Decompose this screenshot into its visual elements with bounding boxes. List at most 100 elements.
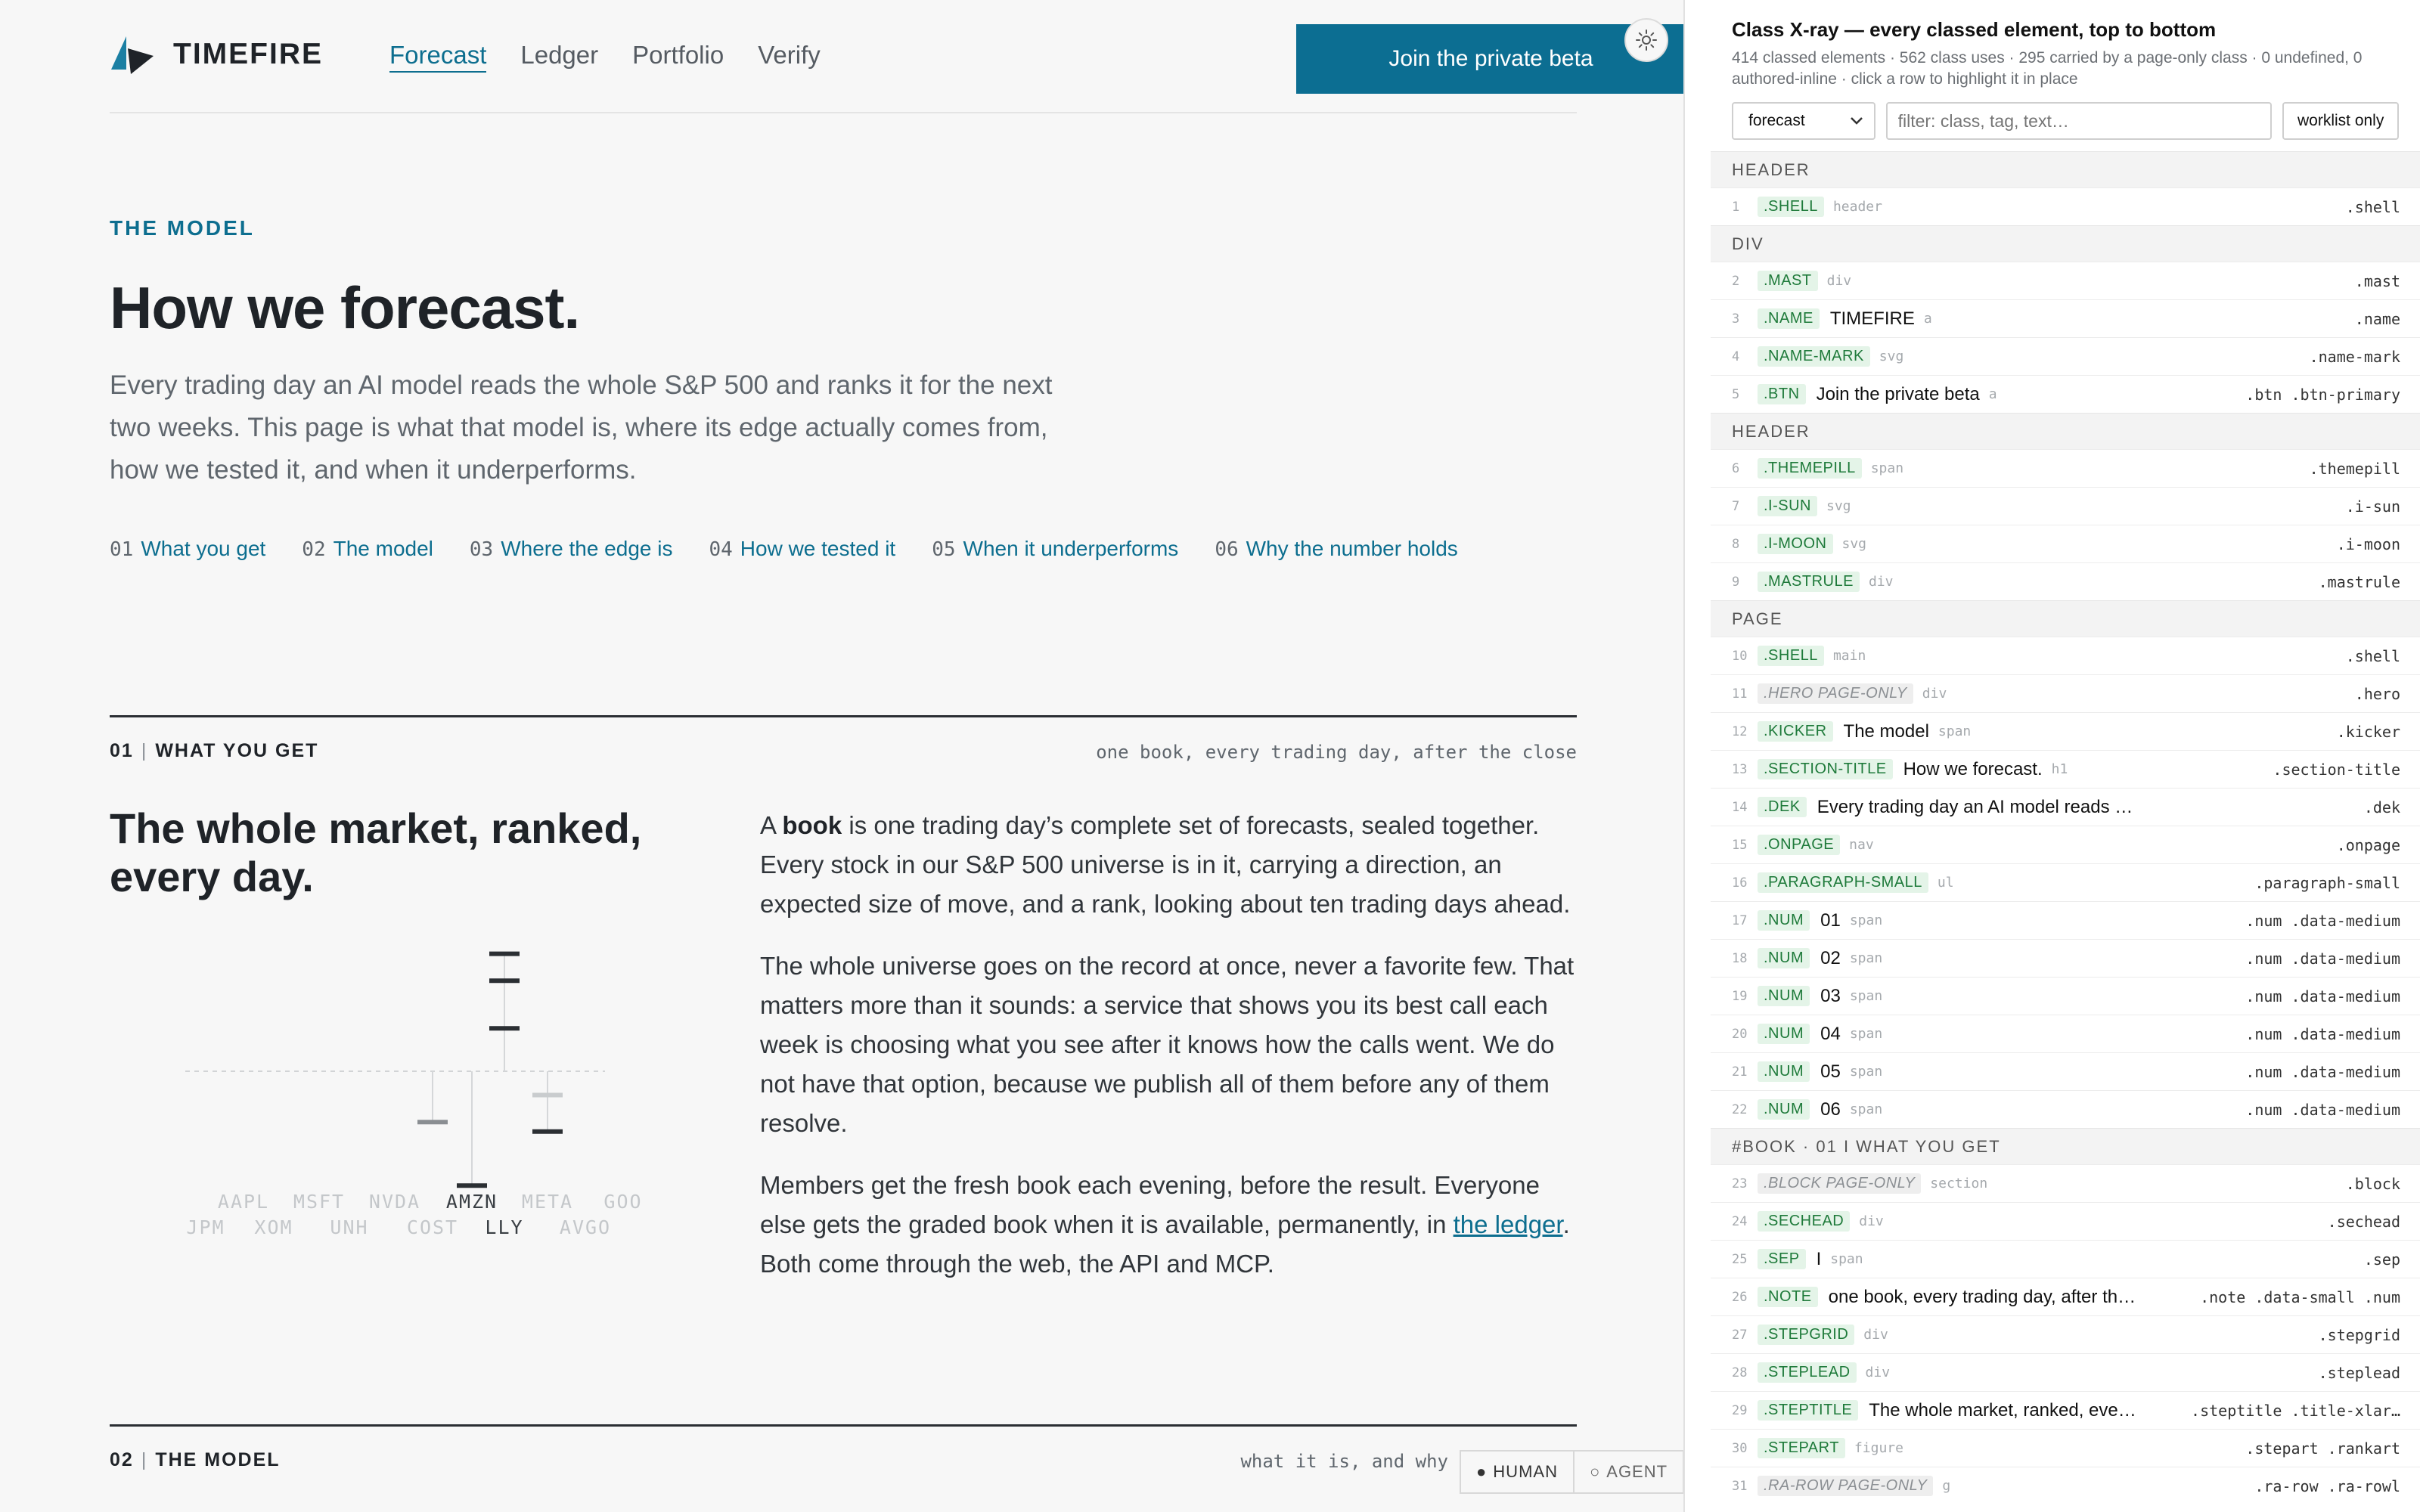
body-paragraph-1: A book is one trading day’s complete set… — [760, 811, 1571, 918]
xray-row[interactable]: 25 .SEP Ispan .sep — [1711, 1240, 2420, 1278]
xray-group-header: DIV — [1711, 225, 2420, 262]
xray-row[interactable]: 5 .BTN Join the private beta a .btn .btn-pri… — [1711, 375, 2420, 413]
onpage-link[interactable]: 05 When it underperforms — [932, 537, 1178, 561]
xray-row[interactable]: 16 .PARAGRAPH-SMALL ul .paragraph-small — [1711, 863, 2420, 901]
class-badge: .SECHEAD — [1758, 1211, 1851, 1232]
book-term: book — [782, 811, 842, 839]
xray-row[interactable]: 28 .STEPLEAD div .steplead — [1711, 1353, 2420, 1391]
theme-toggle[interactable] — [1624, 18, 1668, 62]
worklist-toggle-button[interactable]: worklist only — [2282, 102, 2399, 140]
xray-row[interactable]: 30 .STEPART figure .stepart .rankart — [1711, 1429, 2420, 1467]
class-badge: .NUM — [1758, 1024, 1810, 1044]
xray-row[interactable]: 14 .DEK Every trading day an AI model read… — [1711, 788, 2420, 826]
xray-row[interactable]: 7 .I-SUN svg .i-sun — [1711, 487, 2420, 525]
selector: .paragraph-small — [2254, 873, 2400, 892]
row-number: 11 — [1732, 686, 1748, 702]
xray-row[interactable]: 26 .NOTE one book, every trading day, afte… — [1711, 1278, 2420, 1315]
nav-item-verify[interactable]: Verify — [758, 41, 821, 73]
brand-logo[interactable]: TIMEFIRE — [110, 33, 323, 76]
body-paragraph-2: The whole universe goes on the record at… — [760, 952, 1575, 1137]
element-tag: span — [1849, 912, 1883, 928]
class-badge: .NOTE — [1758, 1287, 1818, 1307]
row-number: 5 — [1732, 386, 1740, 402]
xray-controls: forecast worklist only — [1732, 102, 2399, 140]
ticker-label: GOO — [603, 1191, 642, 1213]
audience-human-option[interactable]: ● HUMAN — [1461, 1452, 1573, 1492]
ticker-label: MSFT — [293, 1191, 345, 1213]
nav-item-ledger[interactable]: Ledger — [520, 41, 598, 73]
class-badge: .NUM — [1758, 910, 1810, 931]
xray-row[interactable]: 11 .HERO PAGE-ONLY div .hero — [1711, 674, 2420, 712]
onpage-link[interactable]: 06 Why the number holds — [1215, 537, 1457, 561]
xray-header: Class X-ray — every classed element, top… — [1685, 0, 2420, 140]
element-tag: main — [1832, 648, 1866, 664]
onpage-label: The model — [333, 537, 433, 560]
selector: .num .data-medium — [2245, 911, 2400, 930]
xray-row[interactable]: 8 .I-MOON svg .i-moon — [1711, 525, 2420, 562]
xray-row[interactable]: 1 .SHELL header .shell — [1711, 187, 2420, 225]
xray-row[interactable]: 27 .STEPGRID div .stepgrid — [1711, 1315, 2420, 1353]
radio-filled-icon: ● — [1476, 1462, 1488, 1481]
xray-row[interactable]: 23 .BLOCK PAGE-ONLY section .block — [1711, 1164, 2420, 1202]
onpage-link[interactable]: 02 The model — [302, 537, 433, 561]
xray-row[interactable]: 2 .MAST div .mast — [1711, 262, 2420, 299]
xray-row[interactable]: 9 .MASTRULE div .mastrule — [1711, 562, 2420, 600]
class-badge: .DEK — [1758, 797, 1807, 817]
row-number: 22 — [1732, 1101, 1748, 1117]
ticker-label: LLY — [485, 1216, 523, 1238]
xray-row[interactable]: 4 .NAME-MARK svg .name-mark — [1711, 337, 2420, 375]
xray-row[interactable]: 15 .ONPAGE nav .onpage — [1711, 826, 2420, 863]
xray-row[interactable]: 12 .KICKER The model span .kicker — [1711, 712, 2420, 750]
xray-group-header: HEADER — [1711, 151, 2420, 187]
xray-row[interactable]: 21 .NUM 05 span .num .data-medium — [1711, 1052, 2420, 1090]
onpage-label: How we tested it — [740, 537, 896, 560]
xray-row[interactable]: 10 .SHELL main .shell — [1711, 637, 2420, 674]
ticker-label: AAPL — [218, 1191, 269, 1213]
xray-group-header: #BOOK · 01 I WHAT YOU GET — [1711, 1128, 2420, 1164]
xray-row[interactable]: 17 .NUM 01 span .num .data-medium — [1711, 901, 2420, 939]
element-text: one book, every trading day, after th… — [1828, 1286, 2136, 1307]
xray-filter-input[interactable] — [1885, 102, 2273, 140]
section-sep: | — [141, 740, 148, 761]
xray-row[interactable]: 13 .SECTION-TITLE How we forecast. h1 .secti… — [1711, 750, 2420, 788]
onpage-link[interactable]: 01 What you get — [110, 537, 265, 561]
selector: .name-mark — [2309, 347, 2400, 366]
sun-icon — [1636, 29, 1657, 51]
onpage-label: When it underperforms — [963, 537, 1179, 560]
selector: .onpage — [2336, 835, 2400, 854]
onpage-link[interactable]: 03 Where the edge is — [470, 537, 673, 561]
onpage-link[interactable]: 04 How we tested it — [709, 537, 895, 561]
page-select[interactable]: forecast — [1732, 102, 1876, 140]
audience-agent-option[interactable]: ○ AGENT — [1572, 1452, 1683, 1492]
xray-row[interactable]: 20 .NUM 04 span .num .data-medium — [1711, 1015, 2420, 1052]
xray-row[interactable]: 18 .NUM 02 span .num .data-medium — [1711, 939, 2420, 977]
xray-row[interactable]: 19 .NUM 03 span .num .data-medium — [1711, 977, 2420, 1015]
xray-row[interactable]: 3 .NAME TIMEFIRE a .name — [1711, 299, 2420, 337]
selector: .num .data-medium — [2245, 987, 2400, 1005]
row-number: 16 — [1732, 875, 1748, 891]
row-number: 7 — [1732, 498, 1740, 514]
selector: .themepill — [2309, 459, 2400, 478]
nav-item-portfolio[interactable]: Portfolio — [632, 41, 724, 73]
row-number: 24 — [1732, 1213, 1748, 1229]
xray-row[interactable]: 31 .RA-ROW PAGE-ONLY g .ra-row .ra-rowl — [1711, 1467, 2420, 1504]
brand-mark-icon — [111, 36, 154, 74]
element-tag: span — [1849, 1101, 1883, 1117]
class-badge: .MASTRULE — [1758, 572, 1860, 592]
onpage-label: Where the edge is — [501, 537, 673, 560]
body-paragraph-3: Members get the fresh book each evening,… — [760, 1171, 1570, 1278]
xray-row[interactable]: 22 .NUM 06 span .num .data-medium — [1711, 1090, 2420, 1128]
xray-row[interactable]: 24 .SECHEAD div .sechead — [1711, 1202, 2420, 1240]
xray-row[interactable]: 6 .THEMEPILL span .themepill — [1711, 449, 2420, 487]
hero-kicker: THE MODEL — [110, 216, 255, 240]
section-note: what it is, and why — [1240, 1451, 1448, 1472]
xray-row[interactable]: 29 .STEPTITLE The whole market, ranked, ev… — [1711, 1391, 2420, 1429]
element-tag: div — [1859, 1213, 1884, 1229]
class-badge: .BTN — [1758, 384, 1806, 404]
selector: .sep — [2363, 1250, 2400, 1269]
nav-item-forecast[interactable]: Forecast — [389, 41, 487, 73]
element-tag: a — [1923, 311, 1932, 327]
page-title: How we forecast. — [110, 274, 580, 341]
ledger-link[interactable]: the ledger — [1454, 1210, 1563, 1238]
class-badge: .SEP — [1758, 1249, 1806, 1269]
